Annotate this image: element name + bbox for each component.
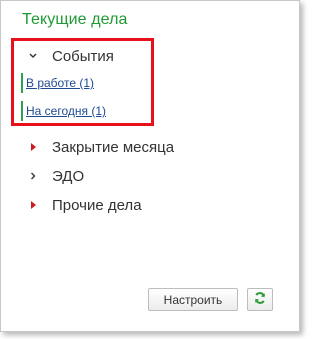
today-link[interactable]: На сегодня (1) [26, 104, 106, 118]
refresh-button[interactable] [247, 288, 273, 311]
group-edo-label: ЭДО [52, 167, 85, 185]
group-month-closing-label: Закрытие месяца [52, 138, 175, 156]
events-item-in-progress[interactable]: В работе (1) [21, 73, 94, 93]
group-month-closing[interactable]: Закрытие месяца [28, 137, 174, 157]
settings-button[interactable]: Настроить [148, 288, 238, 311]
group-edo[interactable]: ЭДО [28, 166, 84, 186]
chevron-down-icon [28, 51, 38, 61]
item-accent-bar [21, 73, 23, 93]
red-triangle-right-icon [28, 200, 38, 210]
group-other-tasks-label: Прочие дела [52, 196, 142, 214]
refresh-icon [253, 291, 267, 308]
item-accent-bar [21, 101, 23, 121]
group-events-label: События [52, 47, 114, 65]
group-other-tasks[interactable]: Прочие дела [28, 195, 142, 215]
in-progress-link[interactable]: В работе (1) [26, 76, 94, 90]
panel-title: Текущие дела [22, 11, 128, 28]
group-events[interactable]: События [28, 46, 114, 66]
red-triangle-right-icon [28, 142, 38, 152]
events-item-today[interactable]: На сегодня (1) [21, 101, 106, 121]
current-tasks-panel: Текущие дела События В работе (1) На сег… [0, 0, 300, 332]
chevron-right-icon [28, 171, 38, 181]
settings-button-label: Настроить [163, 292, 223, 307]
